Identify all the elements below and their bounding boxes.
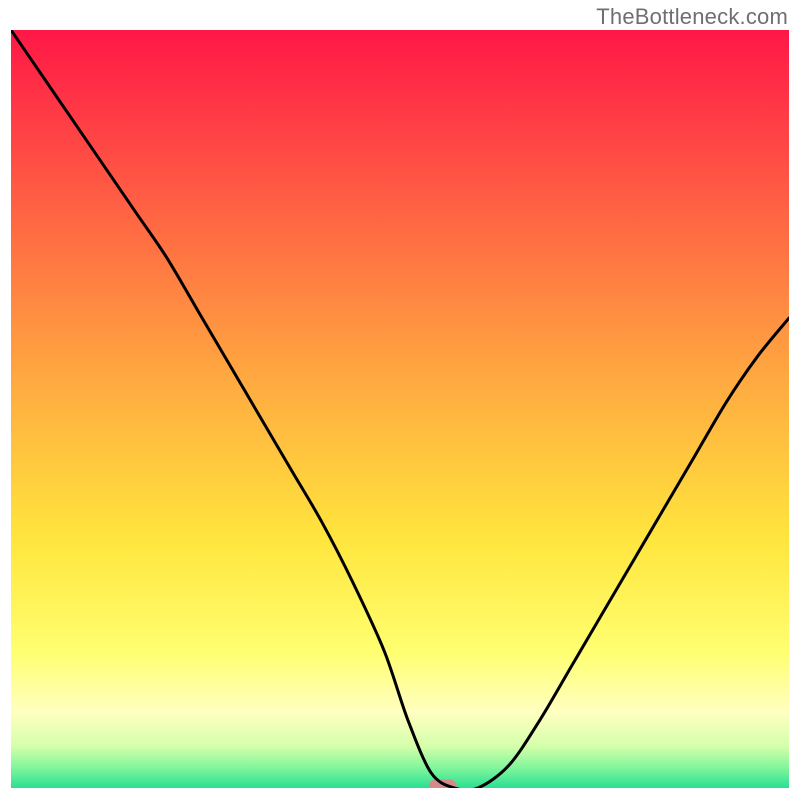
chart-svg xyxy=(11,30,789,788)
chart-background xyxy=(11,30,789,788)
watermark-text: TheBottleneck.com xyxy=(596,4,788,30)
chart-container: TheBottleneck.com xyxy=(0,0,800,800)
plot-area xyxy=(11,30,789,788)
